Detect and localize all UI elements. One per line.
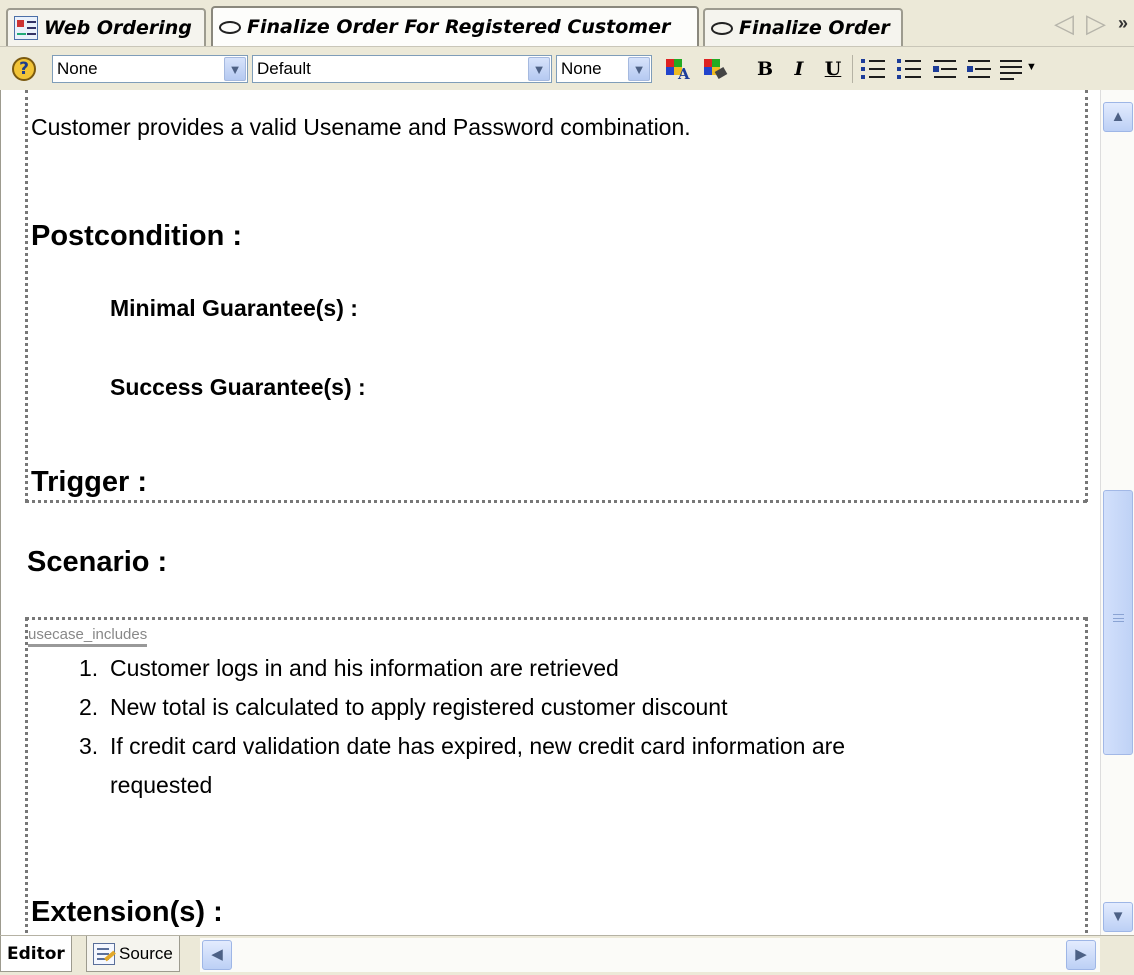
extensions-heading: Extension(s) : bbox=[31, 896, 223, 928]
grip-icon bbox=[1113, 614, 1124, 622]
tab-label: Source bbox=[119, 943, 173, 963]
style-select[interactable]: None ▼ bbox=[52, 55, 248, 83]
usecase-includes-tag: usecase_includes bbox=[28, 626, 148, 647]
source-edit-icon bbox=[93, 942, 115, 965]
usecase-icon bbox=[219, 20, 241, 34]
vertical-scrollbar[interactable]: ▲ ▼ bbox=[1100, 90, 1134, 935]
scrollbar-thumb[interactable] bbox=[1103, 490, 1133, 755]
align-icon[interactable] bbox=[1000, 59, 1026, 81]
section-border-left bbox=[25, 617, 28, 935]
italic-button[interactable]: I bbox=[786, 56, 812, 82]
scroll-right-icon[interactable]: ▶ bbox=[1066, 940, 1096, 970]
scroll-down-icon[interactable]: ▼ bbox=[1103, 902, 1133, 932]
help-icon[interactable]: ? bbox=[12, 57, 36, 81]
tab-label: Editor bbox=[7, 943, 65, 964]
section-border-top bbox=[25, 617, 1087, 620]
scroll-up-icon[interactable]: ▲ bbox=[1103, 102, 1133, 132]
chevron-down-icon[interactable]: ▼ bbox=[628, 57, 650, 81]
section-border-left bbox=[25, 90, 28, 502]
align-dropdown-chevron-icon[interactable]: ▼ bbox=[1026, 61, 1037, 73]
list-item-number: 3. bbox=[79, 733, 99, 759]
section-border-right bbox=[1085, 90, 1088, 502]
list-item: If credit card validation date has expir… bbox=[110, 733, 846, 759]
list-item: New total is calculated to apply registe… bbox=[110, 694, 728, 720]
tab-label: Web Ordering bbox=[44, 17, 192, 39]
tab-label: Finalize Order For Registered Customer bbox=[247, 16, 671, 38]
scroll-tabs-left-icon[interactable]: ◁ bbox=[1054, 8, 1074, 39]
font-select[interactable]: Default ▼ bbox=[252, 55, 552, 83]
style-select-value: None bbox=[57, 59, 98, 78]
chevron-down-icon[interactable]: ▼ bbox=[528, 57, 550, 81]
numbered-list-icon[interactable] bbox=[860, 59, 886, 81]
list-item-number: 1. bbox=[79, 655, 99, 681]
minimal-guarantee-heading: Minimal Guarantee(s) : bbox=[110, 295, 358, 321]
tab-editor[interactable]: Editor bbox=[0, 936, 72, 972]
section-border-bottom bbox=[25, 500, 1087, 503]
outdent-icon[interactable] bbox=[932, 59, 958, 81]
editor-tab-bar: Web Ordering Finalize Order For Register… bbox=[0, 0, 1134, 46]
more-tabs-chevron-icon[interactable]: » bbox=[1118, 13, 1128, 34]
bold-button[interactable]: B bbox=[752, 56, 778, 82]
scenario-heading: Scenario : bbox=[27, 546, 168, 578]
underline-button[interactable]: U bbox=[820, 56, 846, 82]
size-select[interactable]: None ▼ bbox=[556, 55, 652, 83]
horizontal-scrollbar[interactable]: ◀ ▶ bbox=[200, 938, 1100, 972]
list-item: Customer logs in and his information are… bbox=[110, 655, 619, 681]
tab-web-ordering[interactable]: Web Ordering bbox=[6, 8, 206, 46]
scroll-left-icon[interactable]: ◀ bbox=[202, 940, 232, 970]
tab-label: Finalize Order bbox=[739, 17, 890, 39]
list-item-number: 2. bbox=[79, 694, 99, 720]
diagram-icon bbox=[14, 16, 38, 40]
scroll-tabs-right-icon[interactable]: ▷ bbox=[1086, 8, 1106, 39]
document-editor[interactable]: Customer provides a valid Usename and Pa… bbox=[0, 90, 1100, 935]
chevron-down-icon[interactable]: ▼ bbox=[224, 57, 246, 81]
indent-icon[interactable] bbox=[966, 59, 992, 81]
postcondition-heading: Postcondition : bbox=[31, 220, 243, 252]
font-select-value: Default bbox=[257, 59, 311, 78]
toolbar-divider bbox=[852, 55, 853, 83]
bottom-bar: Editor Source ◀ ▶ bbox=[0, 935, 1134, 975]
tab-finalize-order-registered[interactable]: Finalize Order For Registered Customer bbox=[211, 6, 699, 46]
precondition-text: Customer provides a valid Usename and Pa… bbox=[31, 114, 691, 140]
tab-source[interactable]: Source bbox=[86, 936, 180, 972]
font-color-icon[interactable]: A bbox=[664, 57, 690, 83]
size-select-value: None bbox=[561, 59, 602, 78]
format-toolbar: ? None ▼ Default ▼ None ▼ A B I U ▼ bbox=[0, 46, 1134, 90]
section-border-right bbox=[1085, 617, 1088, 935]
tab-navigation: ◁ ▷ » bbox=[1054, 8, 1128, 39]
trigger-heading: Trigger : bbox=[31, 466, 148, 498]
highlight-color-icon[interactable] bbox=[702, 57, 728, 83]
usecase-icon bbox=[711, 21, 733, 35]
list-item-continuation: requested bbox=[110, 772, 213, 798]
bulleted-list-icon[interactable] bbox=[896, 59, 922, 81]
tab-finalize-order[interactable]: Finalize Order bbox=[703, 8, 903, 46]
success-guarantee-heading: Success Guarantee(s) : bbox=[110, 374, 366, 400]
